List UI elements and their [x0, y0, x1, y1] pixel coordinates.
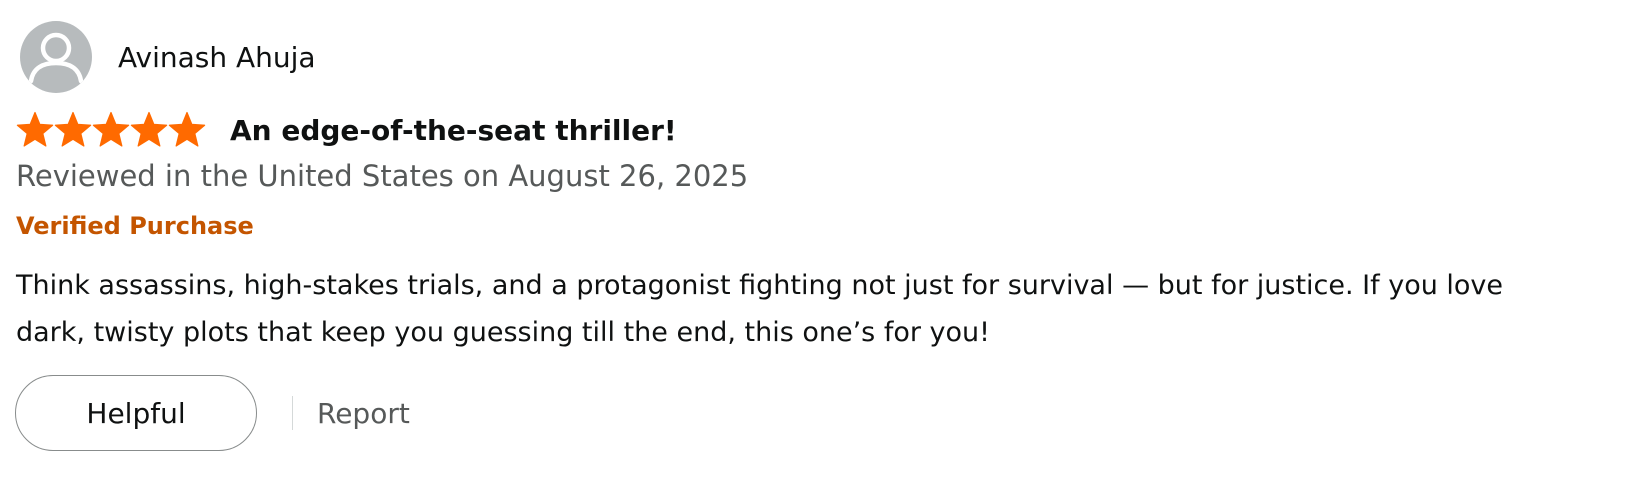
star-icon	[168, 111, 206, 149]
rating-row: An edge-of-the-seat thriller!	[16, 108, 677, 152]
report-link[interactable]: Report	[317, 397, 410, 430]
review-body: Think assassins, high-stakes trials, and…	[16, 270, 1504, 348]
reviewer-name[interactable]: Avinash Ahuja	[118, 41, 316, 74]
review-title[interactable]: An edge-of-the-seat thriller!	[230, 114, 677, 147]
star-rating[interactable]	[16, 111, 206, 149]
star-icon	[54, 111, 92, 149]
helpful-button[interactable]: Helpful	[15, 375, 257, 451]
reviewer-profile[interactable]: Avinash Ahuja	[20, 21, 316, 93]
verified-purchase-badge: Verified Purchase	[16, 212, 254, 240]
star-icon	[92, 111, 130, 149]
star-icon	[130, 111, 168, 149]
divider	[292, 396, 293, 430]
review-actions: Helpful Report	[15, 375, 410, 451]
customer-review: Avinash Ahuja An edge-of-the-seat thrill…	[0, 0, 1639, 501]
review-date: Reviewed in the United States on August …	[16, 159, 749, 193]
user-silhouette-icon	[28, 32, 84, 84]
star-icon	[16, 111, 54, 149]
avatar[interactable]	[20, 21, 92, 93]
